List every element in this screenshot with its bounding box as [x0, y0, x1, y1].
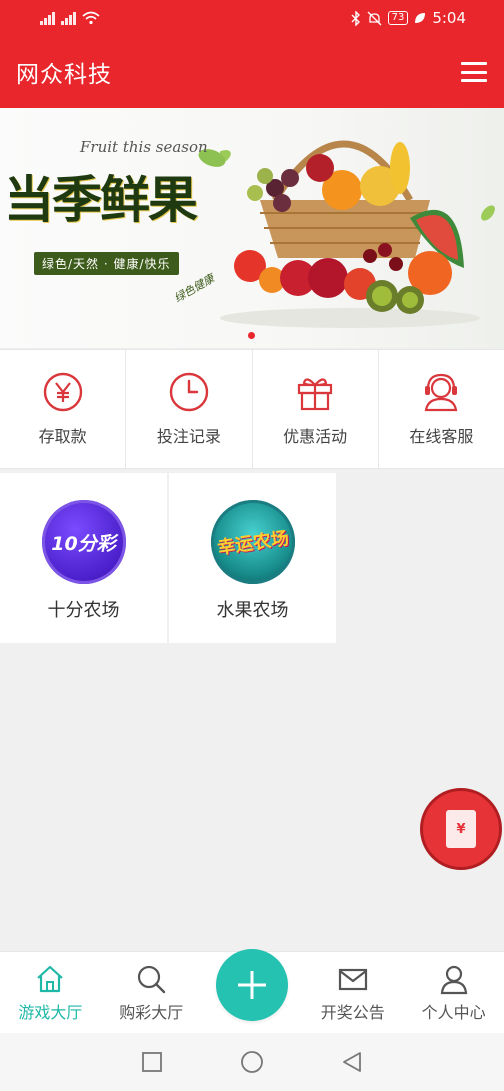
- tab-label: 游戏大厅: [18, 1003, 83, 1022]
- signal-icon: [40, 11, 55, 25]
- game-logo-text: 10分彩: [51, 532, 116, 555]
- banner-english-text: Fruit this season: [80, 138, 208, 156]
- status-left: [40, 11, 100, 25]
- tab-label: 个人中心: [421, 1003, 486, 1022]
- quick-item-deposit[interactable]: 存取款: [0, 350, 127, 468]
- quick-item-label: 在线客服: [409, 427, 474, 446]
- tab-bar: 游戏大厅 购彩大厅 开奖公告 个人中心: [0, 949, 504, 1033]
- home-icon: [37, 965, 64, 993]
- app-header: 网众科技: [0, 36, 504, 108]
- fruit-basket-image: [220, 140, 495, 328]
- game-card-ten-minute-farm[interactable]: 10分彩 十分农场: [0, 473, 167, 643]
- headset-icon: [425, 373, 458, 412]
- red-envelope-button[interactable]: ¥: [420, 788, 502, 870]
- game-logo: 10分彩: [41, 500, 126, 584]
- game-logo: 幸运农场: [210, 500, 295, 584]
- game-label: 水果农场: [216, 600, 289, 621]
- app-title: 网众科技: [16, 62, 112, 88]
- red-envelope-icon: ¥: [446, 810, 476, 848]
- carousel-indicator[interactable]: [248, 332, 255, 339]
- leaf-icon: [415, 13, 426, 23]
- status-right: 73 5:04: [351, 9, 466, 27]
- search-icon: [138, 965, 166, 994]
- back-icon[interactable]: [340, 1050, 364, 1074]
- quick-item-label: 存取款: [38, 427, 87, 446]
- battery-icon: 73: [387, 11, 409, 25]
- quick-item-promotions[interactable]: 优惠活动: [253, 350, 379, 468]
- quick-item-label: 投注记录: [156, 427, 221, 446]
- mute-icon: [367, 11, 382, 25]
- clock-time: 5:04: [432, 9, 466, 27]
- game-label: 十分农场: [47, 600, 120, 621]
- bluetooth-icon: [351, 10, 360, 26]
- tab-game-hall[interactable]: 游戏大厅: [0, 963, 101, 1023]
- yen-icon: [43, 372, 82, 412]
- tab-draw-results[interactable]: 开奖公告: [302, 963, 403, 1023]
- tab-personal-center[interactable]: 个人中心: [403, 963, 504, 1023]
- system-navigation-bar: [0, 1033, 504, 1091]
- mail-icon: [338, 968, 367, 991]
- clock-icon: [169, 372, 209, 412]
- wifi-icon: [82, 11, 100, 25]
- recents-icon[interactable]: [140, 1050, 164, 1074]
- user-icon: [440, 965, 467, 995]
- status-bar: 73 5:04: [0, 0, 504, 36]
- quick-item-label: 优惠活动: [283, 427, 348, 446]
- quick-item-customer-service[interactable]: 在线客服: [379, 350, 504, 468]
- plus-icon: [237, 971, 266, 999]
- banner-title: 当季鲜果: [4, 171, 198, 229]
- game-logo-text: 幸运农场: [215, 528, 290, 559]
- tab-center: [202, 949, 303, 1023]
- game-grid: 10分彩 十分农场 幸运农场 水果农场: [0, 473, 504, 643]
- home-circle-icon[interactable]: [240, 1050, 264, 1074]
- game-card-fruit-farm[interactable]: 幸运农场 水果农场: [169, 473, 336, 643]
- banner-slogan: 绿色/天然 · 健康/快乐: [34, 252, 179, 275]
- quick-item-bet-records[interactable]: 投注记录: [126, 350, 253, 468]
- tab-label: 购彩大厅: [119, 1003, 184, 1022]
- banner-stamp: 绿色健康: [171, 271, 217, 306]
- signal-icon: [61, 11, 76, 25]
- hamburger-icon[interactable]: [461, 62, 487, 82]
- tab-lottery-hall[interactable]: 购彩大厅: [101, 963, 202, 1023]
- quick-menu: 存取款 投注记录 优惠活动 在线客服: [0, 349, 504, 469]
- tab-label: 开奖公告: [320, 1003, 385, 1022]
- gift-icon: [298, 378, 333, 411]
- banner-carousel[interactable]: Fruit this season 当季鲜果 绿色/天然 · 健康/快乐 绿色健…: [0, 108, 504, 348]
- plus-button[interactable]: [215, 949, 288, 1021]
